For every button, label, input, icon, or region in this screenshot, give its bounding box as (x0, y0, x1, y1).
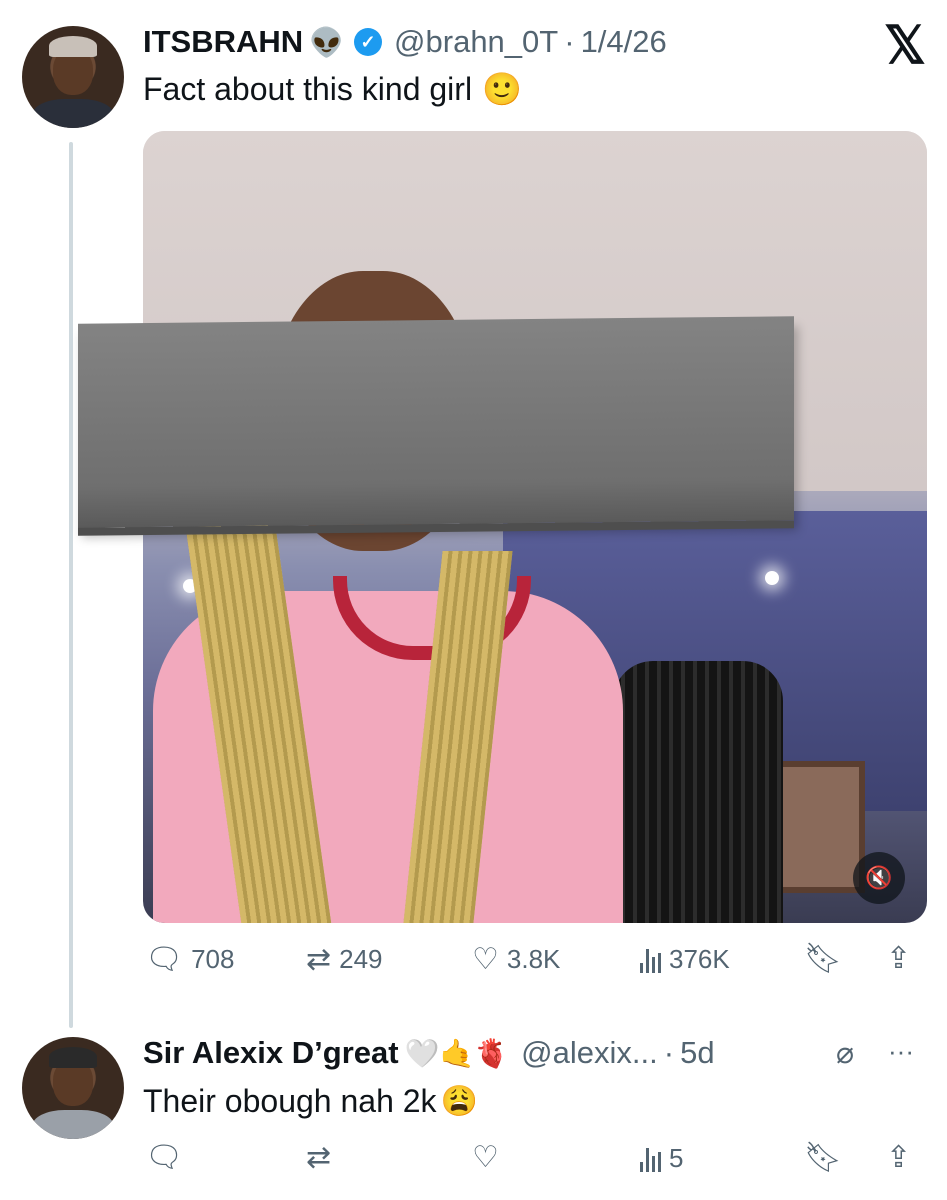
like-button[interactable]: ♡ 3.8K (472, 944, 560, 975)
share-button[interactable]: ⇪ (886, 944, 911, 974)
face-censor-block (78, 316, 794, 528)
reply-header: Sir Alexix D’great 🤍🤙🫀 @alexix... · 5d (143, 1033, 715, 1073)
reply-separator: · (663, 1035, 675, 1070)
views-icon (640, 947, 661, 973)
avatar[interactable] (22, 26, 124, 128)
reply-display-name[interactable]: Sir Alexix D’great (143, 1035, 399, 1071)
heart-icon: ♡ (472, 1141, 499, 1174)
reply-reply-button[interactable]: 🗨 (145, 1143, 183, 1173)
reply-views-button[interactable]: 5 (640, 1143, 683, 1174)
heart-icon: ♡ (472, 942, 499, 976)
display-name[interactable]: ITSBRAHN (143, 24, 303, 60)
more-icon[interactable]: ··· (888, 1036, 914, 1067)
smile-emoji: 🙂 (482, 71, 522, 107)
reply-bookmark-button[interactable]: 🔖︎ (804, 1143, 842, 1173)
reply-view-count: 5 (669, 1143, 684, 1173)
grok-icon[interactable]: ⌀ (836, 1036, 854, 1071)
weary-emoji: 😩 (440, 1085, 478, 1118)
reply-like-button[interactable]: ♡ (472, 1143, 499, 1173)
repost-icon: ⇄ (306, 1141, 332, 1174)
thread-line (69, 142, 73, 1028)
tweet-video[interactable] (143, 131, 927, 923)
bookmark-icon: 🔖︎ (804, 942, 843, 975)
verified-badge-icon: ✓ (354, 28, 383, 56)
views-icon (640, 1146, 661, 1172)
reply-text-row: Their obough nah 2k 😩 (143, 1083, 478, 1120)
reply-avatar[interactable] (22, 1037, 124, 1139)
share-icon: ⇪ (886, 1141, 912, 1174)
tweet-header: ITSBRAHN 👽 ✓ @brahn_0T · 1/4/26 (143, 22, 667, 62)
reply-repost-button[interactable]: ⇄ (306, 1143, 331, 1173)
mute-toggle-button[interactable]: 🔇 (853, 852, 905, 904)
views-button[interactable]: 376K (640, 944, 730, 975)
reply-icon: 🗨 (145, 942, 184, 976)
repost-count: 249 (339, 944, 383, 974)
reply-button[interactable]: 🗨 708 (145, 944, 234, 975)
repost-icon: ⇄ (306, 942, 332, 976)
reply-icon: 🗨 (145, 1141, 184, 1174)
reply-text: Their obough nah 2k (143, 1083, 437, 1119)
reply-count: 708 (191, 944, 235, 974)
tweet-date[interactable]: 1/4/26 (581, 24, 667, 60)
x-logo-icon: 𝕏 (884, 17, 926, 75)
reply-share-button[interactable]: ⇪ (886, 1143, 911, 1173)
share-icon: ⇪ (886, 942, 912, 975)
tweet-text: Fact about this kind girl (143, 70, 473, 107)
tweet-text-row: Fact about this kind girl 🙂 (143, 70, 522, 108)
bookmark-button[interactable]: 🔖︎ (804, 944, 842, 974)
alien-emoji: 👽 (309, 26, 345, 58)
speaker-muted-icon: 🔇 (865, 865, 893, 890)
reply-name-emojis: 🤍🤙🫀 (404, 1037, 510, 1069)
reply-time[interactable]: 5d (680, 1035, 714, 1071)
reply-handle[interactable]: @alexix... (521, 1035, 658, 1071)
handle[interactable]: @brahn_0T (394, 24, 558, 60)
separator: · (564, 24, 575, 59)
bookmark-icon: 🔖︎ (804, 1141, 843, 1174)
like-count: 3.8K (506, 944, 561, 974)
view-count: 376K (669, 944, 730, 974)
repost-button[interactable]: ⇄ 249 (306, 944, 383, 975)
